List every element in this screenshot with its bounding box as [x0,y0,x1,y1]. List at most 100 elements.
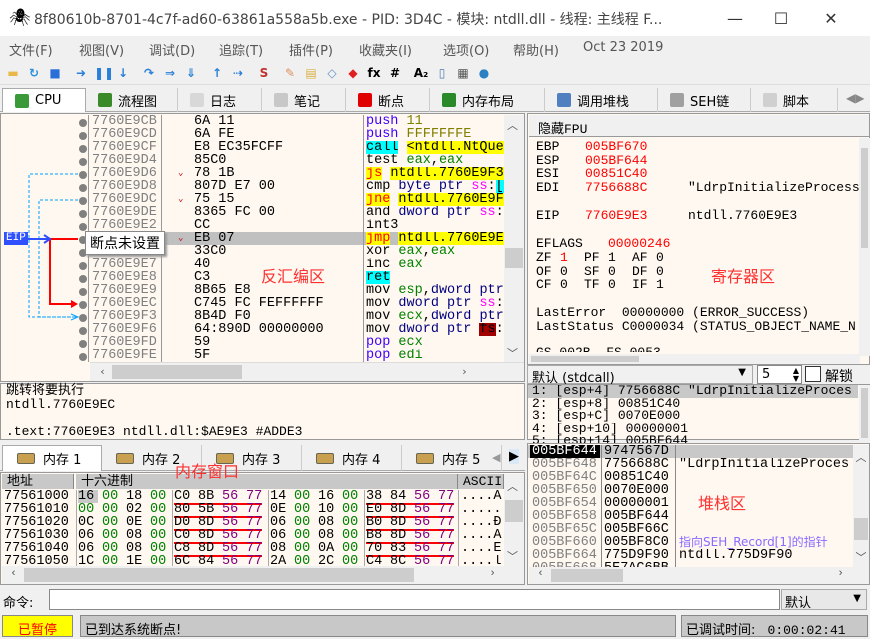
registers-vscrollbar[interactable] [859,138,870,356]
trace-into-icon[interactable]: ⇒ [162,65,178,81]
scroll-thumb[interactable] [24,568,414,582]
flag-value[interactable]: 0 [608,278,632,291]
menu-item[interactable]: 帮助(H) [513,40,559,59]
scroll-thumb[interactable] [112,365,242,379]
scroll-left-icon[interactable]: ‹ [94,365,111,378]
arg-count-spinner[interactable]: 5 ▲ ▼ [757,365,802,384]
scroll-left-icon[interactable]: ‹ [5,568,22,580]
labels-icon[interactable]: ◇ [324,65,340,81]
breakpoint-dot[interactable] [79,170,87,179]
scylla-icon[interactable]: S [256,65,272,81]
breakpoint-dot[interactable] [79,300,87,309]
tab-script[interactable]: 脚本 [751,88,838,112]
scroll-down-icon[interactable]: ﹀ [504,548,521,564]
flag-value[interactable]: 0 [656,265,680,278]
flag-value[interactable]: 1 [608,251,632,264]
menu-item[interactable]: Oct 23 2019 [583,40,663,55]
breakpoint-dot[interactable] [79,274,87,283]
tab-memory-map[interactable]: 内存布局 [430,88,545,112]
comments-icon[interactable]: ▤ [303,65,319,81]
dump-vscrollbar[interactable]: ︿ ﹀ [504,474,524,566]
tab-notes[interactable]: 笔记 [262,88,346,112]
disassembly-panel[interactable]: EIP 7760E9CB 6A 11 push 11 7760E9CD 6A FE pus… [0,113,525,382]
dump-hscrollbar[interactable]: ‹ › [2,566,524,584]
scroll-thumb[interactable] [505,500,523,522]
tab-seh[interactable]: SEH链 [658,88,751,112]
argument-row[interactable]: 3: [esp+C] 0070E000 [528,410,858,423]
breakpoint-dot[interactable] [79,118,87,127]
stack-panel[interactable]: 005BF644 9747567D 005BF648 7756688C "LdrpIni… [527,443,870,585]
stack-row[interactable]: 005BF664 775D9F90 ntdll.775D9F90 [528,549,853,563]
tab-scroll-left-icon[interactable]: ◀ [492,451,500,464]
stack-vscrollbar[interactable]: ︿ ﹀ [853,445,869,567]
scroll-thumb[interactable] [861,388,868,438]
calling-convention-select[interactable]: 默认 (stdcall) ▼ [527,365,753,386]
scroll-up-icon[interactable]: ︿ [853,449,869,465]
memory-dump-panel[interactable]: 地址 十六进制 ASCII 77561000 16 00 18 00 C0 8B 56 77 14… [0,472,525,585]
menu-item[interactable]: 插件(P) [289,40,333,59]
hash-icon[interactable]: # [387,65,403,81]
run-icon[interactable]: ➜ [73,65,89,81]
breakpoint-dot[interactable] [79,144,87,153]
patch-icon[interactable]: ✎ [282,65,298,81]
open-icon[interactable]: ▬ [5,65,21,81]
memory-tab-5[interactable]: 内存 5 [402,445,502,471]
hide-fpu-button[interactable]: 隐藏FPU [529,115,869,137]
scroll-right-icon[interactable]: › [832,568,849,580]
breakpoint-dot[interactable] [79,261,87,270]
device-icon[interactable]: ▯ [434,65,450,81]
scroll-up-icon[interactable]: ︿ [504,117,521,133]
strings-icon[interactable]: A₂ [413,65,429,81]
breakpoint-dot[interactable] [79,352,87,361]
menu-item[interactable]: 收藏夹(I) [359,40,412,59]
memory-tab-1[interactable]: 内存 1 [2,445,102,471]
scroll-right-icon[interactable]: › [484,568,501,580]
disassembly-row[interactable]: 7760E9FE 5F pop edi [90,349,504,363]
register-value[interactable]: 7760E9E3 [585,209,688,222]
register-value[interactable]: 005BF670 [585,140,688,153]
functions-icon[interactable]: fx [366,65,382,81]
tab-log[interactable]: 日志 [178,88,262,112]
flag-value[interactable]: 0 [608,265,632,278]
memory-tab-4[interactable]: 内存 4 [302,445,402,471]
flag-value[interactable]: 1 [560,251,584,264]
breakpoint-dot[interactable] [79,326,87,335]
close-button[interactable]: ✕ [808,6,854,32]
scroll-thumb[interactable] [854,518,868,540]
scroll-left-icon[interactable]: ‹ [532,568,549,580]
maximize-button[interactable]: ☐ [758,6,804,32]
arguments-panel[interactable]: 1: [esp+4] 7756688C "LdrpInitializeProce… [527,384,870,447]
tab-scroll-right-icon[interactable]: ▶ [509,449,519,464]
breakpoint-dot[interactable] [79,157,87,166]
bookmarks-icon[interactable]: ◆ [345,65,361,81]
spinner-arrows-icon[interactable]: ▲ ▼ [793,367,799,383]
scroll-thumb[interactable] [505,248,523,268]
menu-item[interactable]: 视图(V) [79,40,124,59]
menu-item[interactable]: 追踪(T) [219,40,263,59]
run-to-user-code-icon[interactable]: ⇢ [230,65,246,81]
scroll-down-icon[interactable]: ﹀ [504,345,521,361]
breakpoint-dot[interactable] [79,196,87,205]
calculator-icon[interactable]: ▦ [455,65,471,81]
scroll-thumb[interactable] [861,148,868,248]
register-value[interactable]: 7756688C [585,181,688,194]
breakpoint-dot[interactable] [79,287,87,296]
disassembly-vscrollbar[interactable]: ︿ ﹀ [504,115,524,362]
flag-value[interactable]: 1 [656,278,680,291]
execute-till-return-icon[interactable]: ↑ [209,65,225,81]
scroll-right-icon[interactable]: › [456,365,473,378]
register-value[interactable]: 00000246 [608,237,670,250]
tab-call-stack[interactable]: 调用堆栈 [545,88,658,112]
disassembly-hscrollbar[interactable]: ‹ › [90,362,524,381]
unlock-checkbox[interactable] [805,366,821,382]
stop-icon[interactable]: ■ [47,65,63,81]
restart-icon[interactable]: ↻ [26,65,42,81]
scroll-thumb[interactable] [531,356,639,362]
menu-item[interactable]: 文件(F) [9,40,53,59]
command-input[interactable] [49,589,780,610]
tab-scroll-icon[interactable]: ◀▶ [846,91,864,105]
command-mode-select[interactable]: 默认 ▼ [781,589,867,611]
flag-value[interactable]: 0 [656,251,680,264]
tab-cpu[interactable]: CPU [2,88,86,112]
registers-panel[interactable]: 隐藏FPU EBP 005BF670 ESP 005BF644 ESI 00851C40 E… [527,113,870,365]
